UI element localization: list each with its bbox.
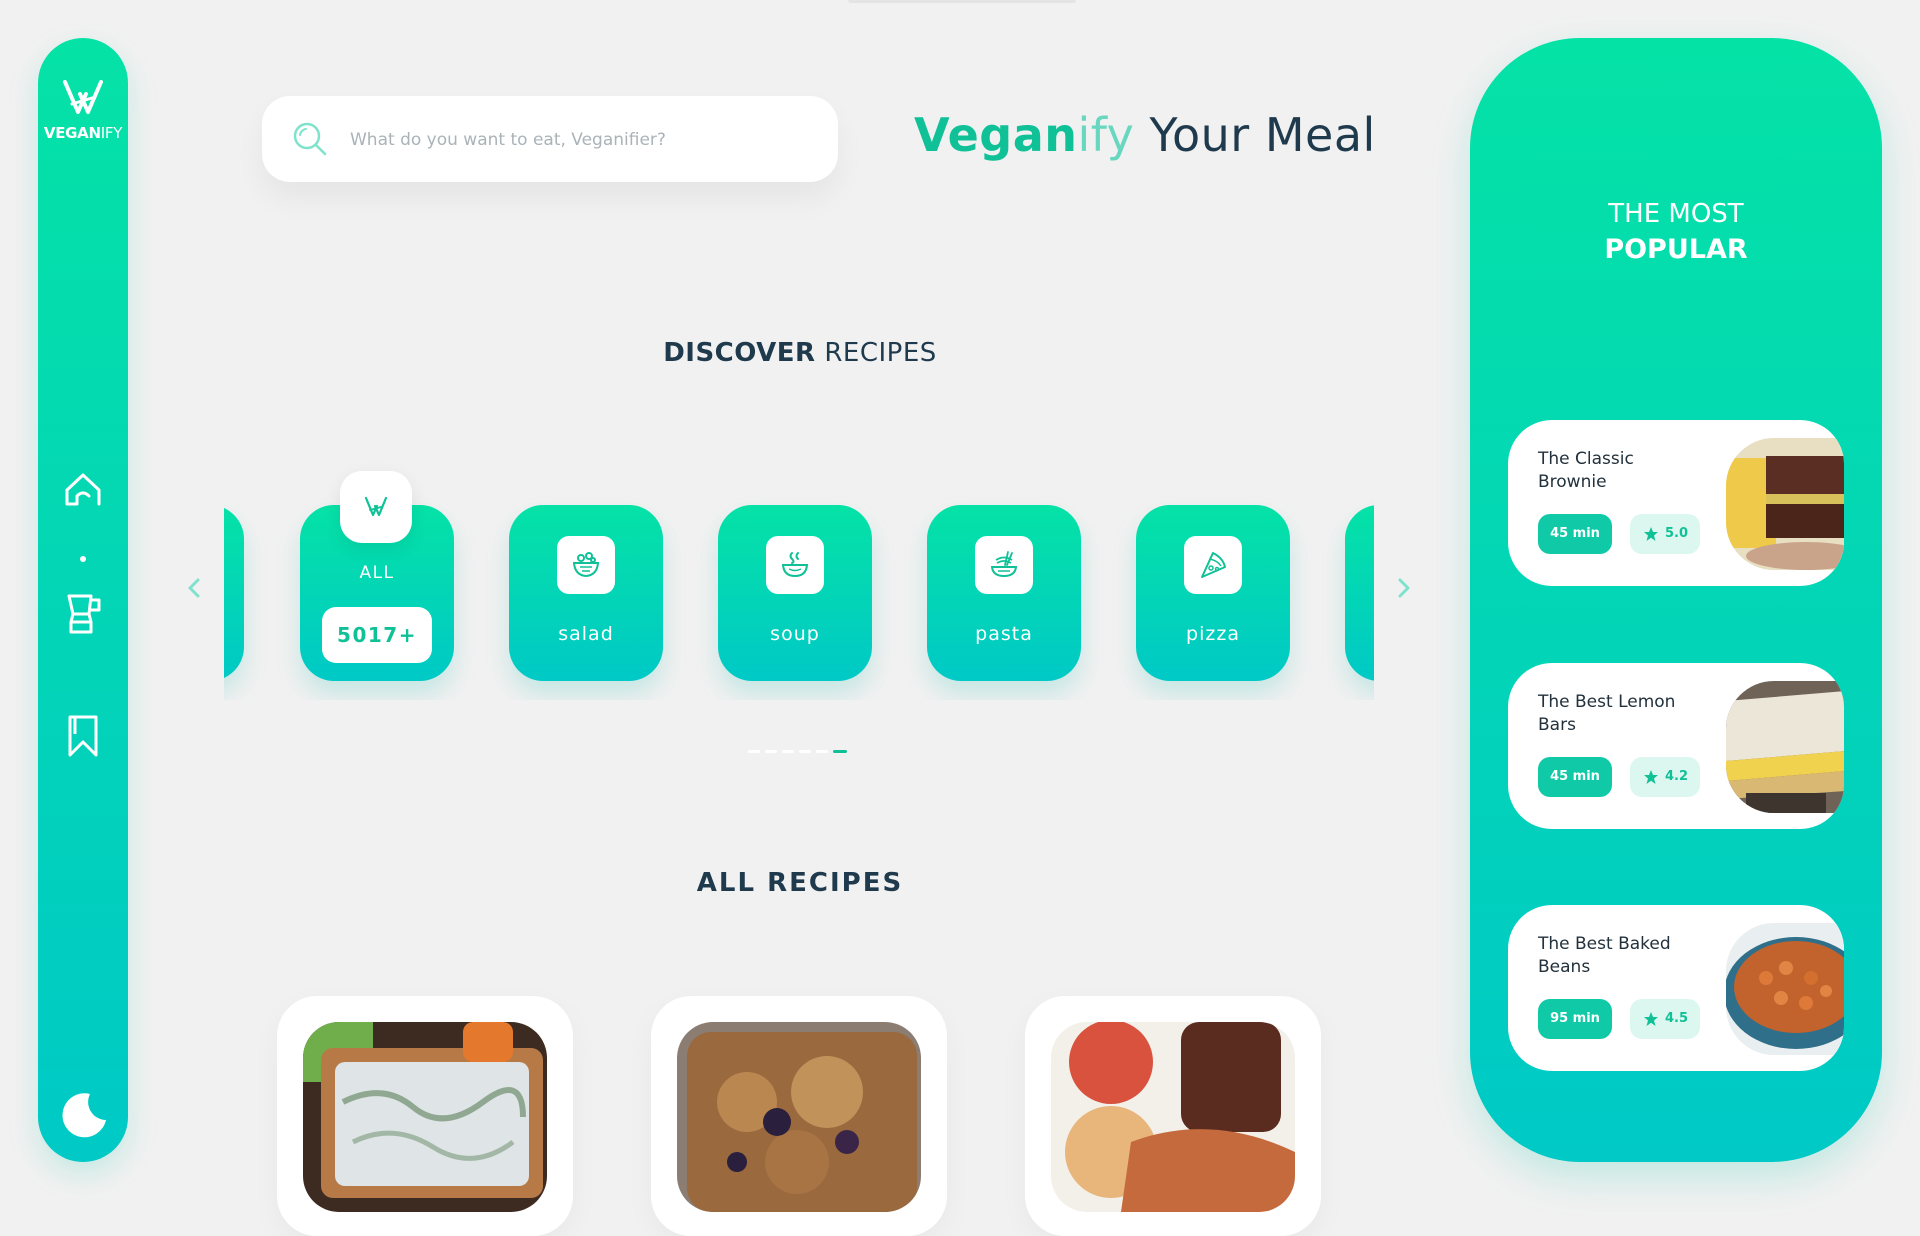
recipe-name: The Classic Brownie [1538,449,1634,492]
popular-recipe-card[interactable]: The Best Lemon Bars 45 min 4.2 [1508,663,1844,829]
recipe-name: The Best Baked Beans [1538,934,1671,977]
blender-icon[interactable] [63,592,103,636]
vegan-logo-icon [364,496,388,517]
category-label: ALL [359,563,395,583]
top-handle [848,0,1076,3]
all-recipes-title: ALL RECIPES [696,868,904,898]
star-icon [1644,1012,1658,1026]
recipe-count-badge: 5017+ [322,607,432,663]
popular-recipe-card[interactable]: The Classic Brownie 45 min 5.0 [1508,420,1844,586]
discover-title: DISCOVER RECIPES [663,338,937,368]
pagination-dot[interactable] [816,750,828,753]
home-icon[interactable] [63,470,103,514]
category-label: pizza [1186,623,1240,645]
star-icon [1644,770,1658,784]
category-card-pasta[interactable]: pasta [927,505,1081,681]
page-headline: Veganify Your Meal [914,108,1376,162]
pagination-dot-active[interactable] [833,750,847,753]
recipe-photo [677,1022,921,1212]
search-input[interactable] [348,96,812,184]
pagination-dot[interactable] [748,750,760,753]
logo[interactable]: VEGANIFY [38,78,128,142]
vegan-logo-icon [63,80,103,114]
rating-badge: 4.2 [1630,757,1700,797]
recipe-photo [1051,1022,1295,1212]
soup-icon [781,552,809,578]
popular-panel: THE MOST POPULAR The Classic Brownie 45 … [1470,38,1882,1162]
active-indicator [80,556,86,562]
salad-icon [572,552,600,578]
cook-time-badge: 95 min [1538,999,1612,1039]
category-card-salad[interactable]: salad [509,505,663,681]
category-label: soup [770,623,820,645]
recipe-card[interactable] [277,996,573,1236]
recipe-card[interactable] [651,996,947,1236]
recipe-photo [1726,923,1844,1055]
chevron-left-icon[interactable] [184,574,204,602]
rating-badge: 4.5 [1630,999,1700,1039]
pagination-dot[interactable] [765,750,777,753]
star-icon [1644,527,1658,541]
recipe-photo [1726,438,1844,570]
category-card-soup[interactable]: soup [718,505,872,681]
pizza-icon [1201,552,1226,578]
category-card-partial-left[interactable] [224,505,244,681]
carousel-pagination [748,750,852,754]
recipe-photo [1726,681,1844,813]
category-card-pizza[interactable]: pizza [1136,505,1290,681]
recipe-photo [303,1022,547,1212]
bookmark-icon[interactable] [63,714,103,758]
sidebar: VEGANIFY [38,38,128,1162]
logo-text: VEGANIFY [43,124,123,142]
popular-title: THE MOST POPULAR [1604,199,1748,265]
category-card-partial-right[interactable] [1345,505,1374,681]
pagination-dot[interactable] [799,750,811,753]
popular-recipe-card[interactable]: The Best Baked Beans 95 min 4.5 [1508,905,1844,1071]
recipe-card[interactable] [1025,996,1321,1236]
moon-icon[interactable] [60,1090,108,1138]
all-category-badge [340,471,412,543]
rating-badge: 5.0 [1630,514,1700,554]
category-label: salad [558,623,614,645]
pasta-icon [990,551,1018,578]
category-label: pasta [975,623,1033,645]
cook-time-badge: 45 min [1538,757,1612,797]
pagination-dot[interactable] [782,750,794,753]
recipe-name: The Best Lemon Bars [1538,692,1676,735]
chevron-right-icon[interactable] [1394,574,1414,602]
cook-time-badge: 45 min [1538,514,1612,554]
search-bar [262,96,838,184]
search-icon[interactable] [292,121,328,157]
